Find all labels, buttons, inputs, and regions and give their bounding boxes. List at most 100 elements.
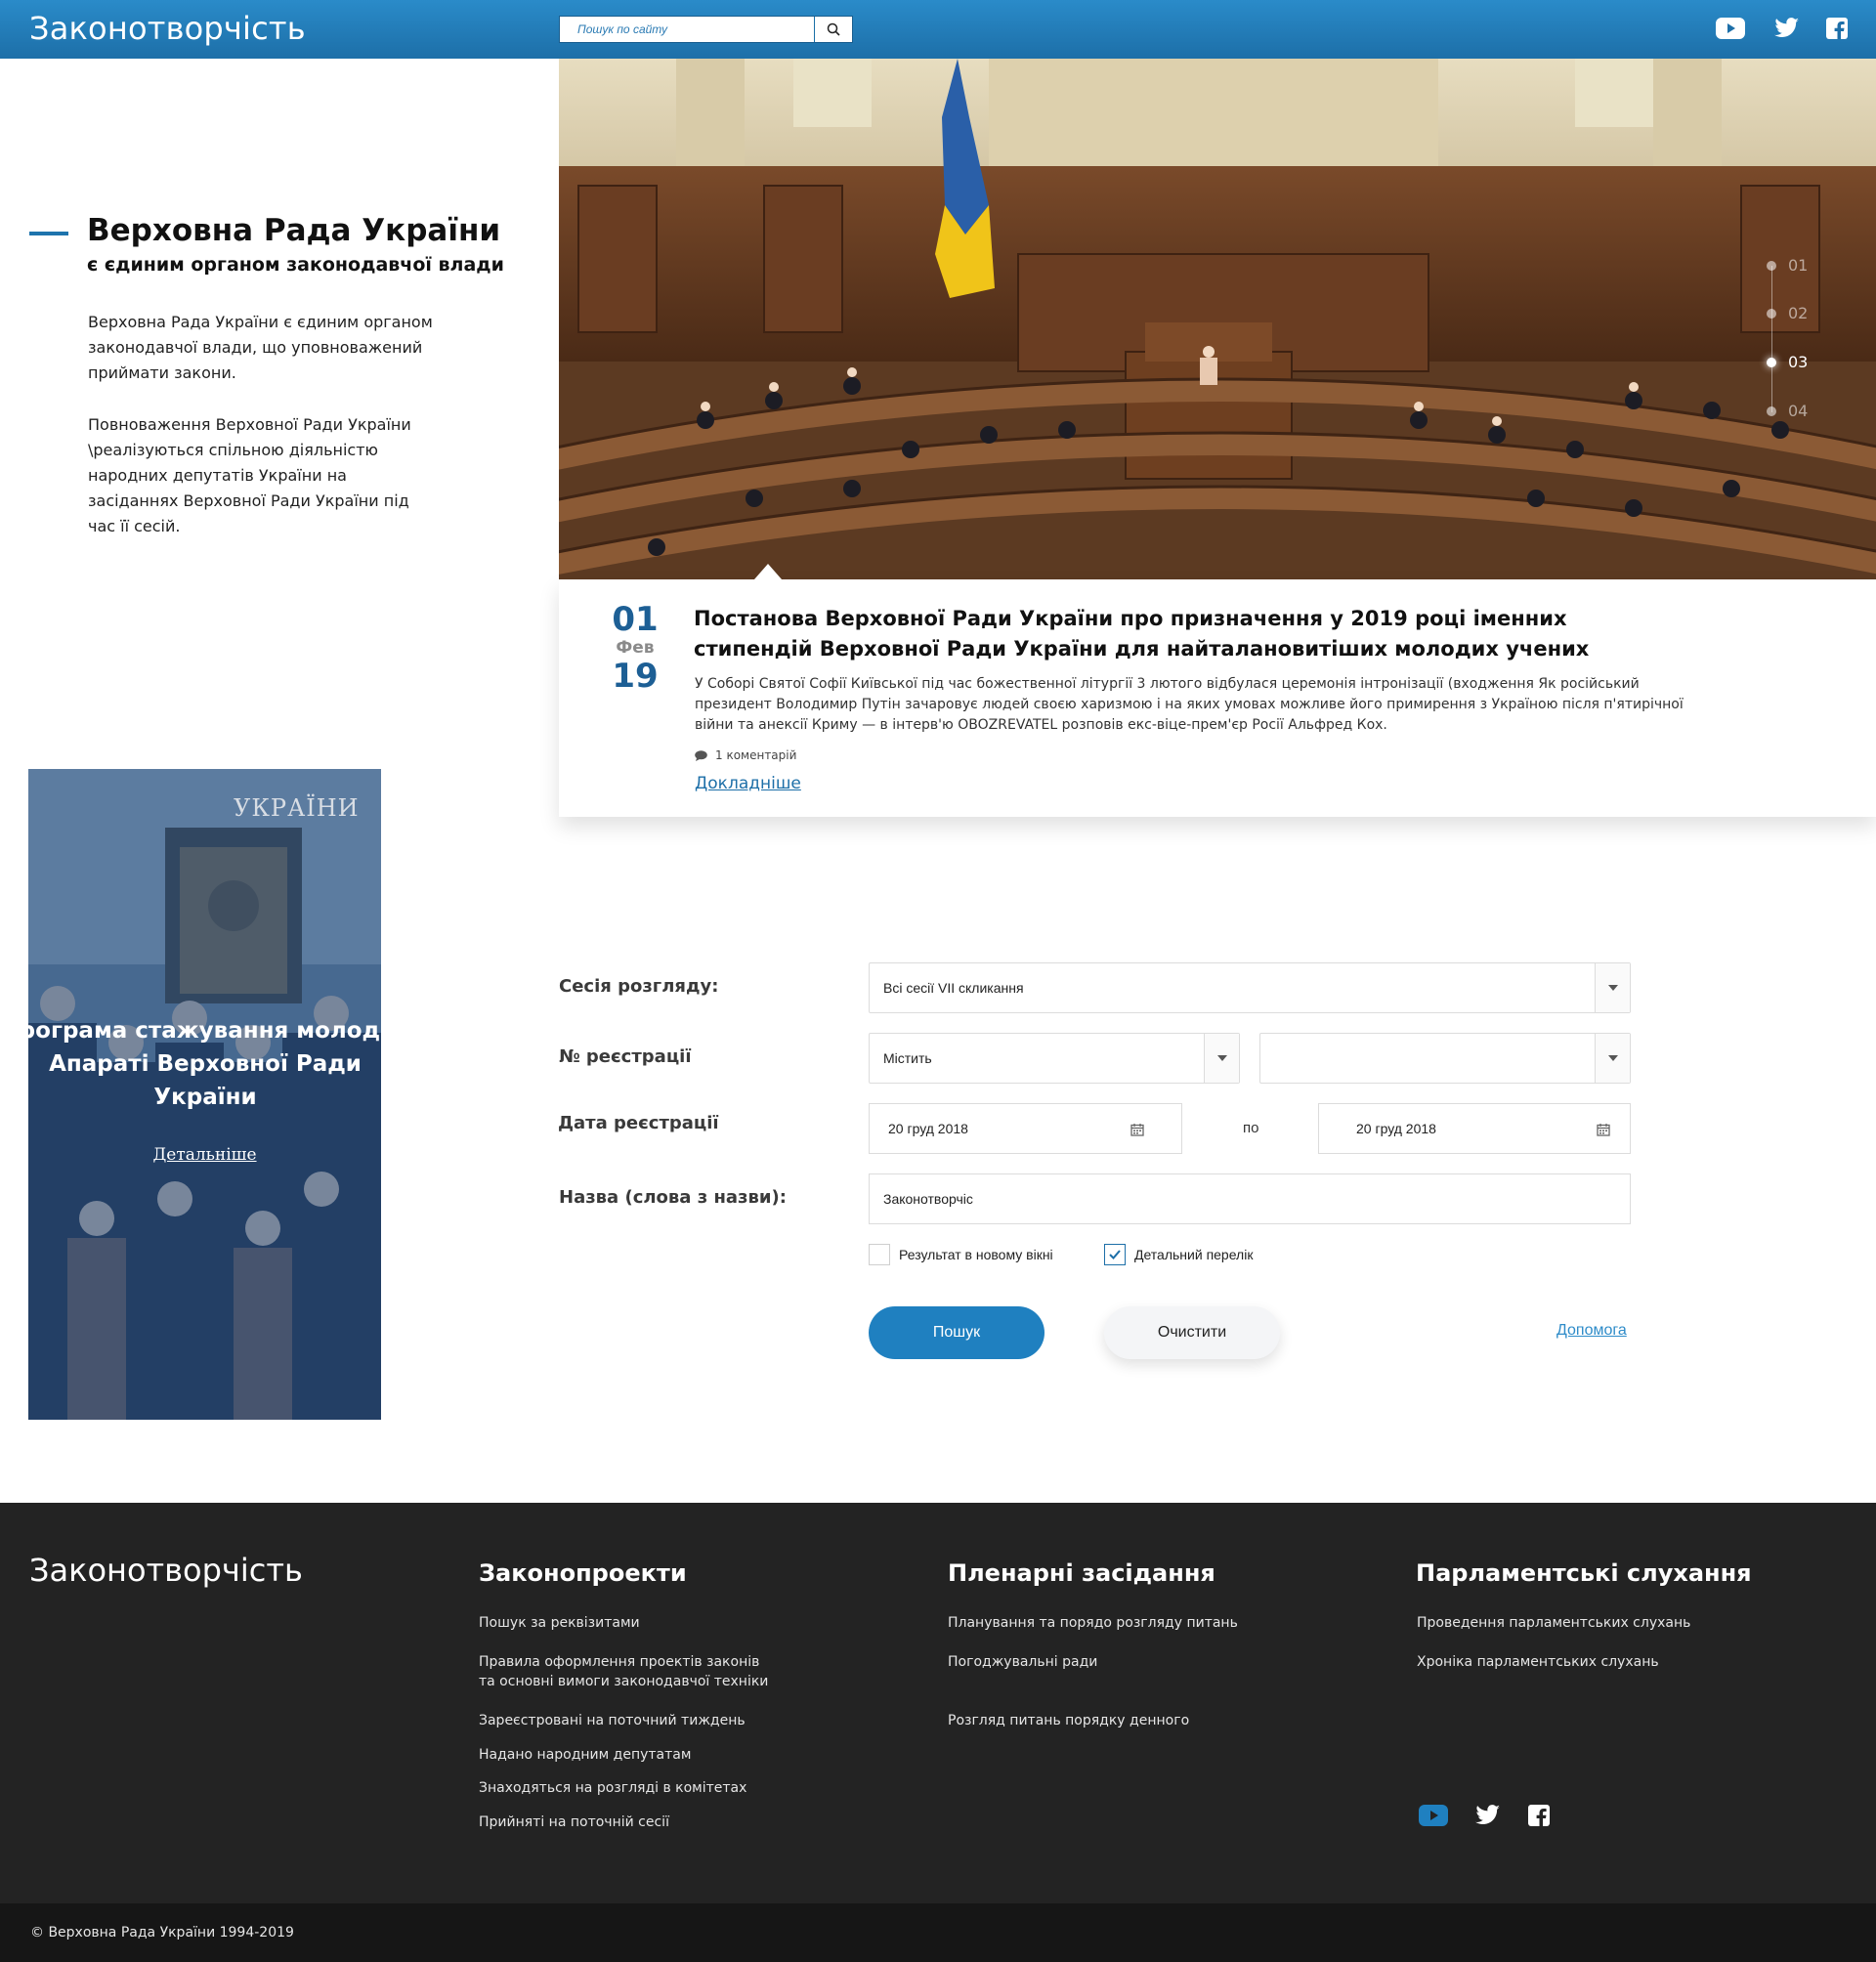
reg-number-select[interactable] <box>1259 1033 1631 1084</box>
search-submit-button[interactable]: Пошук <box>869 1306 1045 1359</box>
date-from-input[interactable]: 20 груд 2018 <box>869 1103 1182 1154</box>
facebook-icon <box>1528 1805 1550 1826</box>
help-link[interactable]: Допомога <box>1556 1322 1627 1340</box>
footer-twitter-link[interactable] <box>1474 1804 1502 1827</box>
parliament-hall-illustration <box>559 59 1876 579</box>
slider-track <box>1771 266 1772 412</box>
footer-link[interactable]: Надано народним депутатам <box>479 1745 691 1765</box>
slide-dot-02[interactable]: 02 <box>1767 304 1808 322</box>
reg-date-label: Дата реєстрації <box>558 1113 719 1133</box>
copyright: © Верховна Рада України 1994-2019 <box>30 1925 294 1941</box>
intro-subtitle: є єдиним органом законодавчої влади <box>87 254 504 276</box>
checkmark-icon <box>1109 1250 1121 1259</box>
news-comments-count: 1 коментарій <box>715 748 797 762</box>
news-date-year: 19 <box>612 657 659 696</box>
slide-dot-label: 02 <box>1788 304 1809 322</box>
promo-building-inscription: УКРАЇНИ <box>234 794 360 822</box>
search-icon <box>827 22 840 36</box>
intro-paragraph-1: Верховна Рада України є єдиним органом з… <box>88 313 433 382</box>
youtube-link[interactable] <box>1716 17 1745 40</box>
calendar-icon <box>1130 1124 1144 1136</box>
footer-heading-hearings: Парламентські слухання <box>1416 1559 1752 1587</box>
footer-link[interactable]: Проведення парламентських слухань <box>1417 1613 1690 1633</box>
detailed-list-checkbox[interactable] <box>1104 1244 1126 1265</box>
footer-youtube-link[interactable] <box>1418 1804 1449 1827</box>
slide-dot-label: 04 <box>1788 402 1809 420</box>
reg-number-toggle[interactable] <box>1595 1034 1630 1083</box>
session-select-value: Всі сесії VII скликання <box>883 980 1024 996</box>
facebook-icon <box>1826 18 1848 39</box>
slide-dot-marker <box>1767 260 1776 271</box>
detailed-list-checkbox-label[interactable]: Детальний перелік <box>1134 1247 1253 1262</box>
news-date-month: Фев <box>616 638 655 658</box>
clear-button[interactable]: Очистити <box>1104 1306 1280 1359</box>
intro-accent-line <box>29 232 68 235</box>
slide-dot-label: 01 <box>1788 256 1809 275</box>
slide-dot-03[interactable]: 03 <box>1767 353 1808 371</box>
slide-dot-marker <box>1767 357 1776 367</box>
reg-number-label: № реєстрації <box>559 1046 692 1067</box>
date-range-separator: по <box>1243 1120 1259 1136</box>
youtube-icon <box>1419 1805 1448 1826</box>
footer-link[interactable]: Знаходяться на розгляді в комітетах <box>479 1778 746 1798</box>
footer-link[interactable]: Погоджувальні ради <box>948 1652 1097 1672</box>
youtube-icon <box>1716 18 1745 39</box>
site-search <box>559 16 853 43</box>
news-date-day: 01 <box>612 600 659 639</box>
site-header: Законотворчість <box>0 0 1876 59</box>
slide-dot-marker <box>1767 405 1776 416</box>
footer-heading-bills: Законопроекти <box>479 1559 687 1587</box>
slider-navigation: 01 02 03 04 <box>1767 256 1845 422</box>
title-words-input[interactable] <box>869 1173 1631 1224</box>
footer-link[interactable]: Прийняті на поточній сесії <box>479 1813 669 1832</box>
hero-image <box>559 59 1876 579</box>
footer-link[interactable]: Планування та порядо розгляду питань <box>948 1613 1238 1633</box>
session-label: Сесія розгляду: <box>559 976 719 997</box>
twitter-link[interactable] <box>1773 17 1801 40</box>
slide-dot-label: 03 <box>1788 353 1809 371</box>
reg-number-mode-select[interactable]: Містить <box>869 1033 1240 1084</box>
chevron-down-icon <box>1216 1055 1227 1061</box>
twitter-icon <box>1475 1805 1500 1825</box>
comment-icon <box>695 749 707 761</box>
footer-link[interactable]: Зареєстровані на поточний тиждень <box>479 1711 746 1730</box>
date-to-input[interactable]: 20 груд 2018 <box>1318 1103 1631 1154</box>
facebook-link[interactable] <box>1825 17 1849 40</box>
intro-title: Верховна Рада України <box>87 213 501 248</box>
title-words-label: Назва (слова з назви): <box>559 1187 787 1208</box>
new-window-checkbox-label[interactable]: Результат в новому вікні <box>899 1247 1053 1262</box>
footer-link[interactable]: Правила оформлення проектів законів та о… <box>479 1652 772 1691</box>
footer-heading-plenary: Пленарні засідання <box>948 1559 1215 1587</box>
session-select[interactable]: Всі сесії VII скликання <box>869 962 1631 1013</box>
footer-link[interactable]: Хроніка парламентських слухань <box>1417 1652 1659 1672</box>
new-window-checkbox[interactable] <box>869 1244 890 1265</box>
news-card-pointer <box>754 564 782 579</box>
news-more-link[interactable]: Докладніше <box>695 774 801 793</box>
news-text: У Соборі Святої Софії Київської під час … <box>695 676 1684 733</box>
promo-more-link[interactable]: Детальніше <box>28 1145 381 1165</box>
date-to-value: 20 груд 2018 <box>1356 1121 1436 1136</box>
slide-dot-01[interactable]: 01 <box>1767 256 1808 275</box>
intro-paragraph-2: Повноваження Верховної Ради України \реа… <box>88 415 411 535</box>
promo-title: Програма стажування молоді в Апараті Вер… <box>0 1018 410 1110</box>
site-logo[interactable]: Законотворчість <box>29 10 306 47</box>
slide-dot-marker <box>1767 308 1776 319</box>
footer-logo[interactable]: Законотворчість <box>29 1552 303 1589</box>
footer-facebook-link[interactable] <box>1527 1804 1551 1827</box>
date-from-value: 20 груд 2018 <box>888 1121 968 1136</box>
chevron-down-icon <box>1607 1055 1618 1061</box>
search-button[interactable] <box>815 17 852 42</box>
news-comments[interactable]: 1 коментарій <box>695 748 796 762</box>
news-title[interactable]: Постанова Верховної Ради України про при… <box>694 604 1681 664</box>
twitter-icon <box>1774 18 1799 38</box>
news-date: 01 Фев 19 <box>606 601 664 695</box>
reg-number-mode-toggle[interactable] <box>1204 1034 1239 1083</box>
chevron-down-icon <box>1607 985 1618 991</box>
search-input[interactable] <box>560 17 815 42</box>
reg-number-mode-value: Містить <box>883 1050 932 1066</box>
footer-link[interactable]: Пошук за реквізитами <box>479 1613 640 1633</box>
slide-dot-04[interactable]: 04 <box>1767 402 1808 420</box>
session-select-toggle[interactable] <box>1595 963 1630 1012</box>
footer-link[interactable]: Розгляд питань порядку денного <box>948 1711 1189 1730</box>
calendar-icon <box>1597 1124 1610 1136</box>
